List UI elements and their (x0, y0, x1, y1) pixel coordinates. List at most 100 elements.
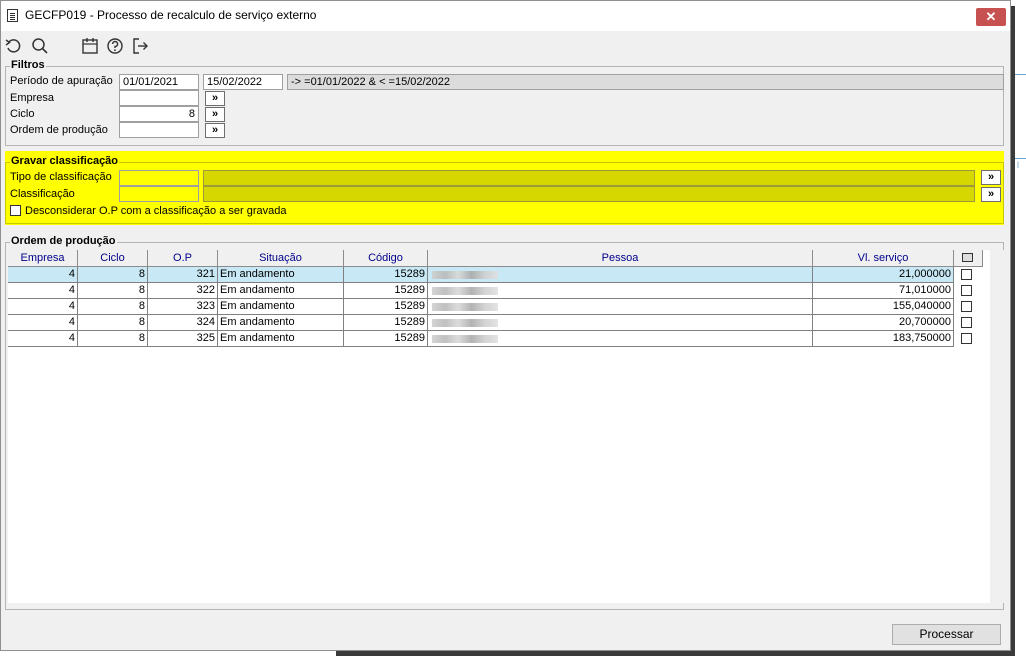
cell-codigo[interactable]: 15289 (344, 299, 428, 315)
cell-situacao[interactable]: Em andamento (218, 315, 344, 331)
main-window: GECFP019 - Processo de recalculo de serv… (0, 0, 1011, 651)
cell-ciclo[interactable]: 8 (78, 331, 148, 347)
cell-pessoa[interactable] (428, 299, 813, 315)
empresa-lookup-button[interactable]: » (205, 91, 225, 106)
table-row[interactable]: 4 8 325 Em andamento 15289 183,750000 (8, 331, 983, 347)
desconsiderar-checkbox[interactable] (10, 205, 21, 216)
classificacao-field[interactable] (119, 186, 199, 202)
table-row[interactable]: 4 8 321 Em andamento 15289 21,000000 (8, 267, 983, 283)
cell-ciclo[interactable]: 8 (78, 315, 148, 331)
ordem-lookup-button[interactable]: » (205, 123, 225, 138)
cell-ciclo[interactable]: 8 (78, 283, 148, 299)
table-row[interactable]: 4 8 322 Em andamento 15289 71,010000 (8, 283, 983, 299)
cell-empresa[interactable]: 4 (8, 331, 78, 347)
window-shadow (336, 651, 1015, 656)
col-header-select-all[interactable] (954, 250, 983, 267)
cell-situacao[interactable]: Em andamento (218, 331, 344, 347)
row-checkbox[interactable] (961, 285, 972, 296)
periodo-inicio-field[interactable]: 01/01/2021 (119, 74, 199, 90)
tipo-classificacao-label: Tipo de classificação (10, 171, 112, 183)
exit-icon[interactable] (130, 36, 150, 56)
empresa-label: Empresa (10, 92, 55, 104)
cell-op[interactable]: 323 (148, 299, 218, 315)
tipo-classificacao-description (203, 170, 975, 186)
cell-empresa[interactable]: 4 (8, 315, 78, 331)
redacted-name (432, 271, 498, 279)
row-checkbox[interactable] (961, 301, 972, 312)
redacted-name (432, 335, 498, 343)
periodo-label: Período de apuração (10, 75, 113, 87)
cell-empresa[interactable]: 4 (8, 299, 78, 315)
redacted-name (432, 303, 498, 311)
cell-op[interactable]: 324 (148, 315, 218, 331)
classificacao-lookup-button[interactable]: » (981, 187, 1001, 202)
help-icon[interactable] (105, 36, 125, 56)
gravar-title: Gravar classificação (10, 155, 120, 167)
cell-codigo[interactable]: 15289 (344, 283, 428, 299)
search-icon[interactable] (30, 36, 50, 56)
background-line (1015, 158, 1026, 159)
cell-pessoa[interactable] (428, 267, 813, 283)
row-checkbox[interactable] (961, 333, 972, 344)
cell-ciclo[interactable]: 8 (78, 299, 148, 315)
ciclo-label: Ciclo (10, 108, 35, 120)
cell-empresa[interactable]: 4 (8, 267, 78, 283)
row-checkbox[interactable] (961, 269, 972, 280)
tipo-classificacao-lookup-button[interactable]: » (981, 170, 1001, 185)
select-all-icon (962, 253, 973, 262)
cell-codigo[interactable]: 15289 (344, 331, 428, 347)
cell-valor[interactable]: 20,700000 (813, 315, 954, 331)
periodo-expression: -> =01/01/2022 & < =15/02/2022 (287, 74, 1004, 90)
cell-situacao[interactable]: Em andamento (218, 299, 344, 315)
document-icon (7, 9, 18, 22)
cell-valor[interactable]: 155,040000 (813, 299, 954, 315)
tipo-classificacao-field[interactable] (119, 170, 199, 186)
col-header-codigo[interactable]: Código (344, 250, 428, 267)
ordem-label: Ordem de produção (10, 124, 108, 136)
cell-situacao[interactable]: Em andamento (218, 267, 344, 283)
cell-codigo[interactable]: 15289 (344, 267, 428, 283)
periodo-fim-field[interactable]: 15/02/2022 (203, 74, 283, 90)
table-row[interactable]: 4 8 324 Em andamento 15289 20,700000 (8, 315, 983, 331)
table-row[interactable]: 4 8 323 Em andamento 15289 155,040000 (8, 299, 983, 315)
title-bar[interactable]: GECFP019 - Processo de recalculo de serv… (1, 1, 1010, 31)
cell-empresa[interactable]: 4 (8, 283, 78, 299)
cell-pessoa[interactable] (428, 331, 813, 347)
cell-codigo[interactable]: 15289 (344, 315, 428, 331)
table-scrollbar-track[interactable] (990, 250, 1004, 603)
ordens-table: Empresa Ciclo O.P Situação Código Pessoa… (8, 250, 990, 603)
col-header-pessoa[interactable]: Pessoa (428, 250, 813, 267)
cell-pessoa[interactable] (428, 315, 813, 331)
cell-valor[interactable]: 183,750000 (813, 331, 954, 347)
col-header-valor[interactable]: Vl. serviço (813, 250, 954, 267)
cell-pessoa[interactable] (428, 283, 813, 299)
col-header-ciclo[interactable]: Ciclo (78, 250, 148, 267)
classificacao-description (203, 186, 975, 202)
cell-op[interactable]: 322 (148, 283, 218, 299)
processar-button[interactable]: Processar (892, 624, 1001, 645)
cell-valor[interactable]: 21,000000 (813, 267, 954, 283)
cell-valor[interactable]: 71,010000 (813, 283, 954, 299)
col-header-situacao[interactable]: Situação (218, 250, 344, 267)
toolbar (1, 32, 1010, 60)
desconsiderar-label: Desconsiderar O.P com a classificação a … (25, 205, 287, 217)
row-checkbox[interactable] (961, 317, 972, 328)
empresa-field[interactable] (119, 90, 199, 106)
background-mark: l (1017, 160, 1019, 170)
calendar-icon[interactable] (80, 36, 100, 56)
filtros-title: Filtros (10, 59, 46, 71)
close-button[interactable]: ✕ (976, 8, 1006, 26)
ciclo-field[interactable]: 8 (119, 106, 199, 122)
classificacao-label: Classificação (10, 188, 75, 200)
cell-situacao[interactable]: Em andamento (218, 283, 344, 299)
cell-op[interactable]: 321 (148, 267, 218, 283)
ciclo-lookup-button[interactable]: » (205, 107, 225, 122)
cell-ciclo[interactable]: 8 (78, 267, 148, 283)
undo-icon[interactable] (4, 36, 24, 56)
ordens-title: Ordem de produção (10, 235, 117, 247)
col-header-op[interactable]: O.P (148, 250, 218, 267)
ordem-field[interactable] (119, 122, 199, 138)
cell-op[interactable]: 325 (148, 331, 218, 347)
window-shadow (1011, 6, 1015, 654)
col-header-empresa[interactable]: Empresa (8, 250, 78, 267)
